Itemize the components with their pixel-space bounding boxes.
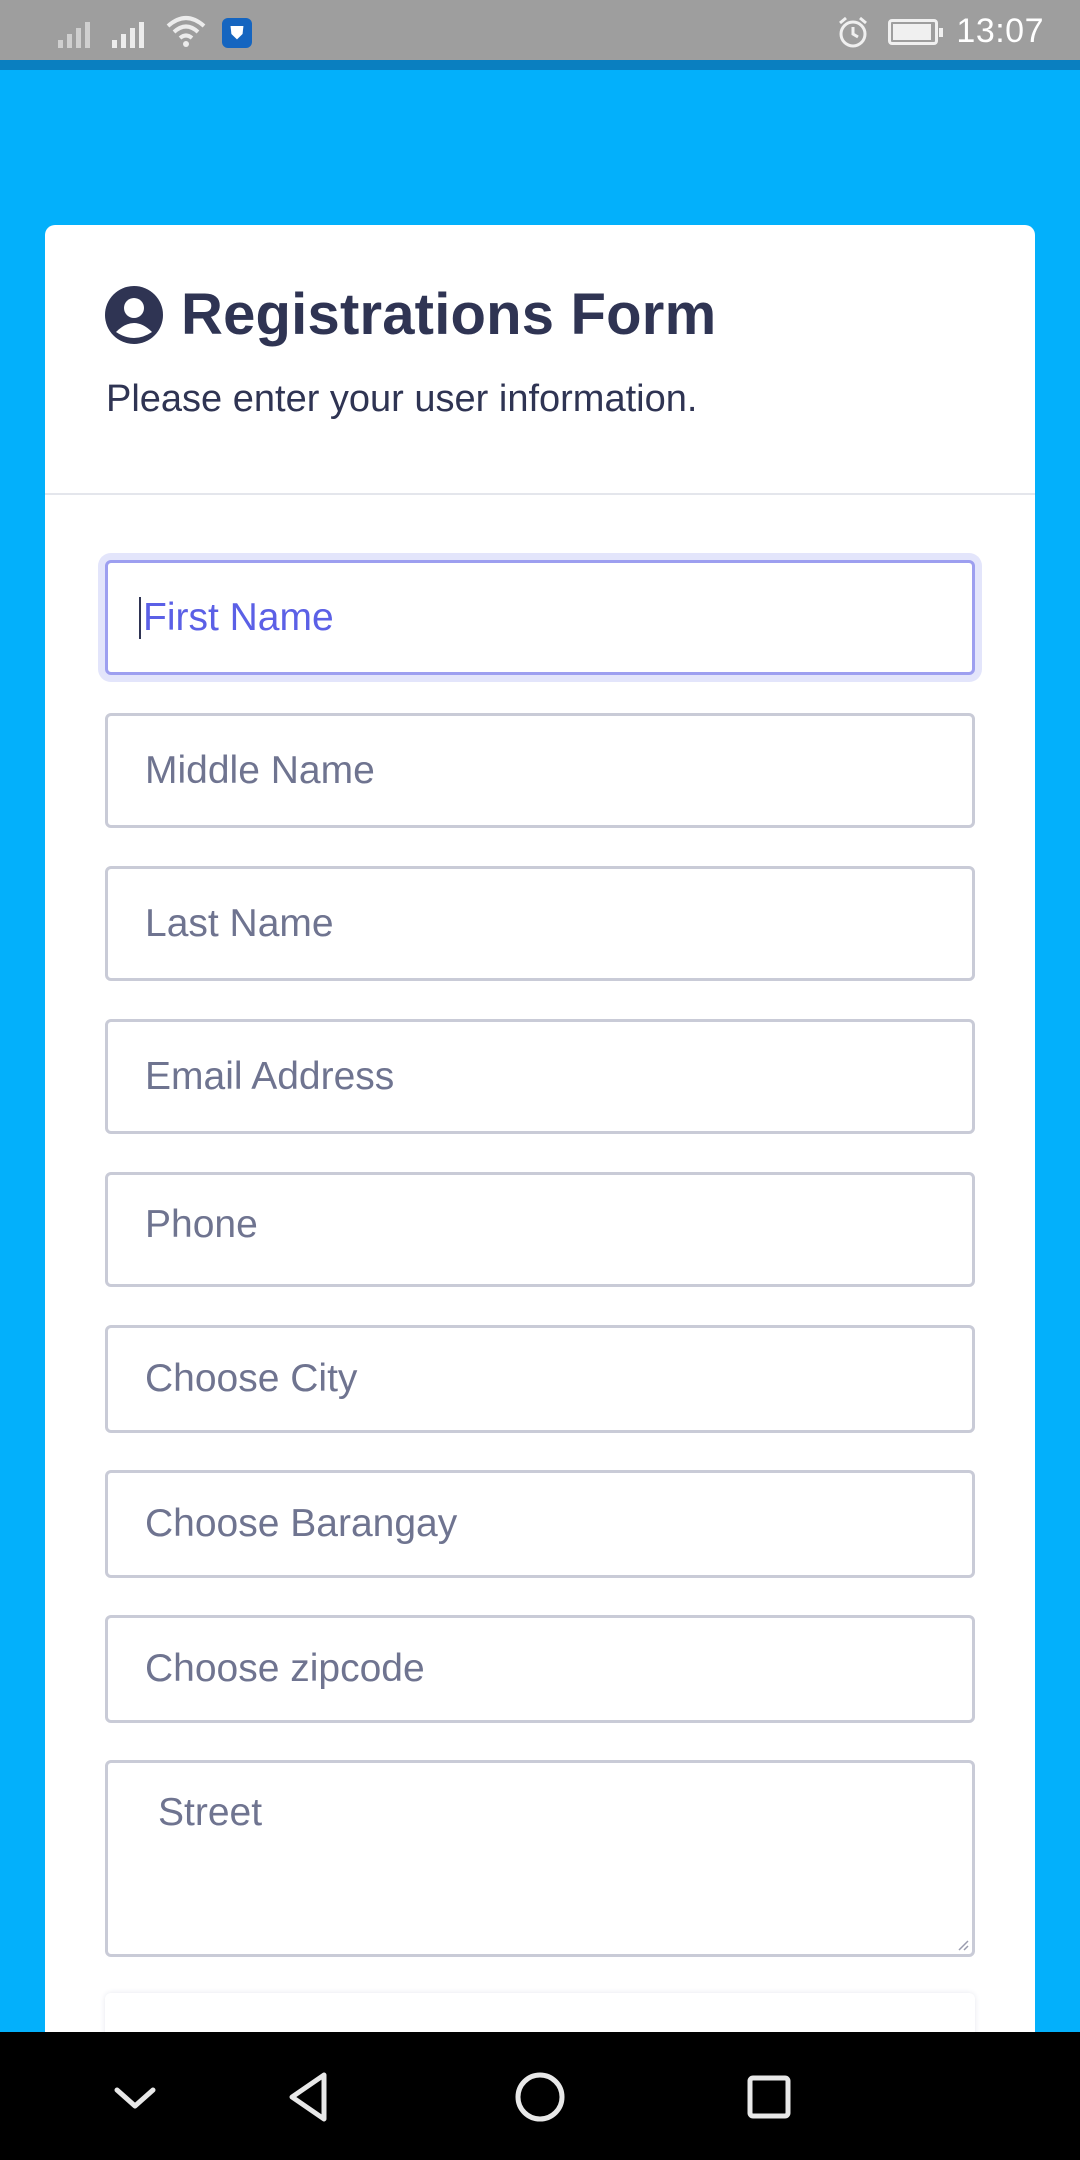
phone-placeholder: Phone (145, 1203, 258, 1246)
battery-fill (893, 23, 931, 40)
collapse-chevron-icon[interactable] (100, 2062, 170, 2132)
last-name-placeholder: Last Name (145, 901, 334, 945)
last-name-input[interactable]: Last Name (105, 866, 975, 981)
status-bar: ⛊ 13:07 (0, 0, 1080, 70)
title-row: Registrations Form (105, 281, 716, 348)
signal-icon (58, 18, 90, 48)
email-placeholder: Email Address (145, 1054, 395, 1098)
form-title: Registrations Form (181, 282, 717, 347)
form-subtitle: Please enter your user information. (106, 378, 698, 420)
zipcode-select[interactable]: Choose zipcode (105, 1615, 975, 1723)
first-name-placeholder: First Name (143, 595, 334, 639)
status-left-icons: ⛊ (58, 14, 252, 48)
recents-icon[interactable] (734, 2062, 804, 2132)
shield-app-icon: ⛊ (222, 18, 252, 48)
email-input[interactable]: Email Address (105, 1019, 975, 1134)
user-circle-icon (105, 285, 163, 344)
middle-name-input[interactable]: Middle Name (105, 713, 975, 828)
wifi-icon (166, 16, 206, 47)
signal-icon (112, 18, 144, 48)
battery-icon (888, 18, 944, 45)
alarm-icon (839, 16, 868, 47)
street-textarea[interactable]: Street (105, 1760, 975, 1957)
barangay-placeholder: Choose Barangay (145, 1502, 458, 1545)
card-header: Registrations Form Please enter your use… (45, 225, 1035, 495)
street-placeholder: Street (158, 1791, 263, 1834)
status-right-icons: 13:07 (836, 12, 1044, 51)
middle-name-placeholder: Middle Name (145, 748, 375, 792)
resize-grip-icon[interactable] (955, 1937, 969, 1951)
back-icon[interactable] (274, 2062, 344, 2132)
city-select[interactable]: Choose City (105, 1325, 975, 1433)
city-placeholder: Choose City (145, 1357, 358, 1400)
first-name-input[interactable]: First Name (105, 560, 975, 675)
phone-input[interactable]: Phone (105, 1172, 975, 1287)
navigation-bar (0, 2032, 1080, 2160)
clock: 13:07 (956, 12, 1044, 50)
home-icon[interactable] (505, 2062, 575, 2132)
status-bar-accent-line (0, 60, 1080, 70)
zipcode-placeholder: Choose zipcode (145, 1647, 425, 1690)
text-caret (139, 596, 141, 639)
registration-card: Registrations Form Please enter your use… (45, 225, 1035, 2125)
barangay-select[interactable]: Choose Barangay (105, 1470, 975, 1578)
